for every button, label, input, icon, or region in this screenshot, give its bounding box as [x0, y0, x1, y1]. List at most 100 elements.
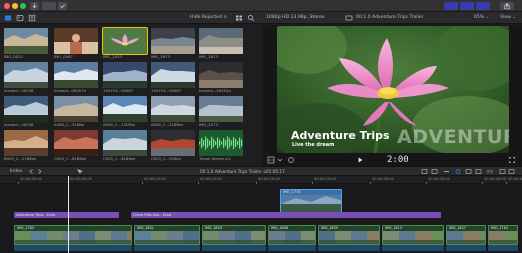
clip-thumbnail: [199, 28, 243, 54]
share-button[interactable]: [500, 2, 514, 10]
audio-clip[interactable]: Adventure Trips - Echo: [14, 212, 119, 218]
storyline-clip[interactable]: IMG_1801: [134, 225, 200, 245]
browser-clip[interactable]: A009_C...2186ex: [151, 96, 195, 129]
browser-clip[interactable]: IMG_2453: [102, 27, 148, 61]
clip-name: C003_C...9C6ex: [151, 156, 182, 161]
titles-generators-icon[interactable]: [28, 14, 36, 22]
timeline-view-icons[interactable]: [420, 168, 516, 175]
clip-filter-select[interactable]: Hide Rejected ≎: [190, 14, 227, 22]
playhead[interactable]: [68, 176, 69, 253]
clip-name: A008_C...3186a: [54, 122, 85, 127]
storyline-clip-label: IMG_1827: [447, 226, 485, 231]
back-arrow-icon[interactable]: [28, 168, 35, 175]
title-bar: [0, 0, 522, 12]
storyline-audio[interactable]: [318, 245, 380, 251]
zoom-window-button[interactable]: [20, 3, 26, 9]
enhance-icon[interactable]: [287, 156, 295, 164]
timeline: IMG_1770 Adventure Trips - Echo China Hi…: [0, 185, 522, 253]
browser-clip[interactable]: B009_C...2186ex: [4, 130, 48, 163]
storyline-audio[interactable]: [14, 245, 132, 251]
ruler-tick: [142, 182, 143, 184]
storyline-audio[interactable]: [446, 245, 486, 251]
search-icon[interactable]: [247, 14, 255, 22]
close-window-button[interactable]: [4, 3, 10, 9]
title-main-text: Adventure Trips: [291, 129, 390, 142]
ruler-tick: [198, 182, 199, 184]
workspace-inspector-button[interactable]: [476, 2, 490, 10]
browser-clip[interactable]: A008_C...3186a: [54, 96, 98, 129]
chevron-down-icon[interactable]: [277, 156, 283, 164]
browser-clip[interactable]: IMG_2673: [151, 28, 195, 61]
browser-clip[interactable]: Travel theme v.2: [199, 130, 243, 163]
storyline-clip[interactable]: IMG_1813: [382, 225, 444, 245]
ruler-tick: [18, 182, 19, 184]
media-browser: IMG_0022 IMG_0067 IMG_2453 IMG_2673 IMG_2873…: [0, 25, 262, 166]
libraries-icon[interactable]: [4, 14, 12, 22]
keyword-button[interactable]: [42, 2, 56, 10]
clip-thumbnail: [199, 130, 243, 156]
ruler-timecode: 00:00:25:00: [314, 177, 336, 181]
viewer-zoom-select[interactable]: 65% ⌄: [474, 14, 490, 22]
browser-clip[interactable]: C004_C...8186ex: [54, 130, 98, 163]
viewer-view-select[interactable]: View ⌄: [500, 14, 516, 22]
storyline-audio[interactable]: [134, 245, 200, 251]
browser-clip[interactable]: Iceland...000574: [54, 62, 98, 95]
browser-clip[interactable]: A009_C...13DTex: [103, 96, 147, 129]
ruler-timecode: 00:00:10:00: [144, 177, 166, 181]
browser-clip[interactable]: Iceland...00438: [4, 62, 48, 95]
browser-clip[interactable]: Iceland...00452a: [199, 62, 243, 95]
timeline-header: Index 00:1.0 Adventure Trips Trailer ≎ 0…: [0, 166, 522, 176]
browser-clip[interactable]: IMG_2873: [199, 28, 243, 61]
storyline-clip[interactable]: IMG_1827: [446, 225, 486, 245]
forward-arrow-icon[interactable]: [36, 168, 43, 175]
clip-thumbnail: [54, 96, 98, 122]
clip-name: 150733...00067: [103, 88, 134, 93]
browser-clip[interactable]: C003_C...9C6ex: [151, 130, 195, 163]
clip-thumbnail: [4, 62, 48, 88]
storyline-clip[interactable]: IMG_1808: [268, 225, 316, 245]
clip-name: A009_C...13DTex: [103, 122, 135, 127]
browser-clip[interactable]: 150733...00067: [151, 62, 195, 95]
storyline-clip[interactable]: IMG_1783: [14, 225, 132, 245]
workspace-browser-button[interactable]: [444, 2, 458, 10]
clip-thumbnail: [151, 96, 195, 122]
timeline-project-select[interactable]: 00:1.0 Adventure Trips Trailer ≎: [200, 168, 266, 176]
storyline-audio[interactable]: [268, 245, 316, 251]
transform-tool-icon[interactable]: [267, 156, 275, 164]
play-icon[interactable]: [356, 156, 364, 164]
timeline-index-button[interactable]: Index: [10, 168, 22, 176]
ruler-timecode: 00:00:00:00: [20, 177, 42, 181]
clip-thumbnail: [151, 130, 195, 156]
ruler-tick: [370, 182, 371, 184]
browser-clip[interactable]: IMG_0022: [4, 28, 48, 61]
viewer-frame[interactable]: ADVENTURE TRIPS Adventure Trips Live the…: [277, 26, 509, 153]
ruler-timecode: 00:00:45:00: [508, 177, 522, 181]
storyline-audio[interactable]: [202, 245, 266, 251]
fullscreen-icon[interactable]: [508, 156, 516, 164]
timeline-ruler[interactable]: 00:00:00:00 00:00:05:00 00:00:10:00 00:00:1…: [0, 176, 522, 184]
background-tasks-button[interactable]: [58, 2, 67, 10]
browser-clip[interactable]: 150733...00067: [103, 62, 147, 95]
clip-name: Iceland...00438: [4, 88, 34, 93]
clip-name: IMG_2673: [151, 54, 170, 59]
clip-thumbnail: [54, 28, 98, 54]
clip-thumbnail: [103, 62, 147, 88]
photos-audio-icon[interactable]: [16, 14, 24, 22]
browser-clip[interactable]: IMG_0067: [54, 28, 98, 61]
workspace-timeline-button[interactable]: [460, 2, 474, 10]
storyline-clip[interactable]: IMG_1829: [202, 225, 266, 245]
browser-clip[interactable]: IMG_2073: [199, 96, 243, 129]
minimize-window-button[interactable]: [12, 3, 18, 9]
clip-name: 150733...00067: [151, 88, 182, 93]
browser-clip[interactable]: Iceland...00036: [4, 96, 48, 129]
storyline-clip[interactable]: IMG_1783: [488, 225, 518, 245]
select-tool-icon[interactable]: [75, 168, 85, 175]
audio-clip[interactable]: China Hills Gas - Echo: [131, 212, 441, 218]
storyline-clip[interactable]: IMG_1859: [318, 225, 380, 245]
storyline-audio[interactable]: [488, 245, 518, 251]
viewer-timecode: 2:00: [387, 155, 409, 165]
storyline-audio[interactable]: [382, 245, 444, 251]
clip-appearance-icon[interactable]: [235, 14, 243, 22]
browser-clip[interactable]: C005_C...8186ex: [103, 130, 147, 163]
import-media-button[interactable]: [30, 2, 39, 10]
